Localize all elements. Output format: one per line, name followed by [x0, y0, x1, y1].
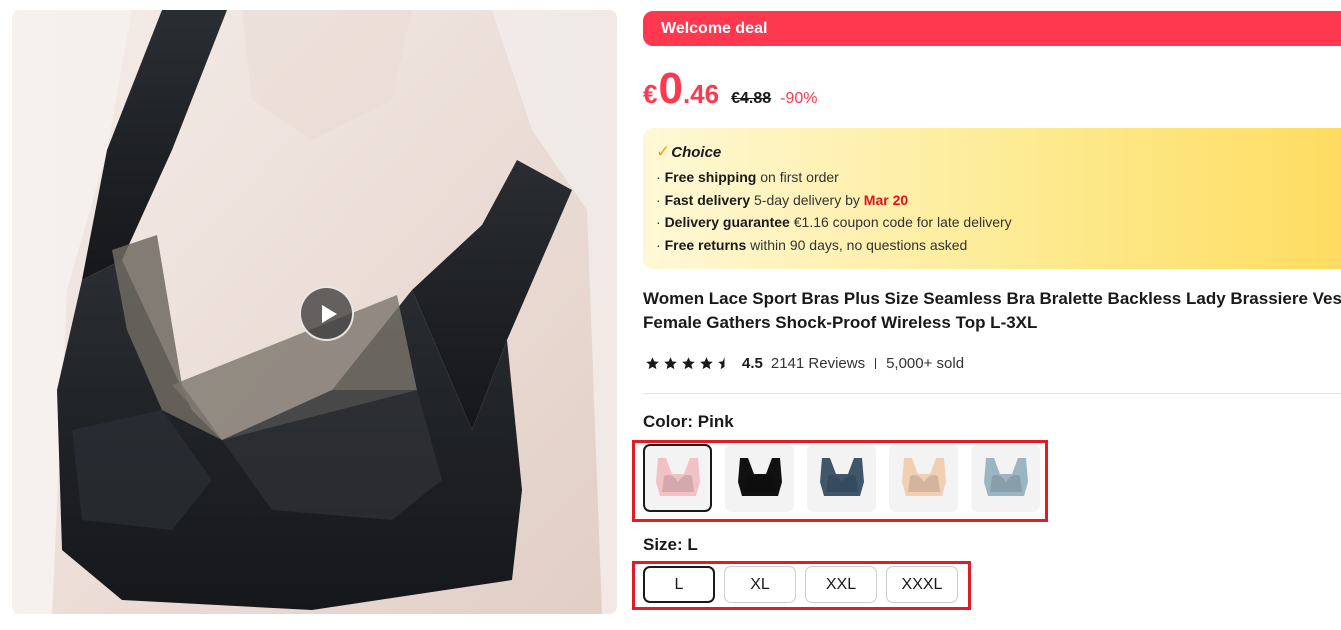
size-label: Size: L [643, 535, 698, 554]
size-option-l[interactable]: L [643, 566, 715, 603]
benefit-delivery-guarantee: · Delivery guarantee €1.16 coupon code f… [656, 214, 1012, 230]
benefit-free-returns: · Free returns within 90 days, no questi… [656, 236, 968, 253]
benefit-fast-delivery: · Fast delivery 5-day delivery by Mar 20 [656, 191, 909, 208]
benefit-text: 5-day delivery by [750, 191, 864, 208]
choice-benefits-list: · Free shipping on first order · Fast de… [656, 166, 1341, 256]
color-swatch-beige[interactable] [889, 444, 958, 512]
bra-thumbnail-icon [983, 458, 1028, 496]
star-icon [718, 356, 731, 369]
product-title-line-1: Women Lace Sport Bras Plus Size Seamless… [643, 289, 1341, 308]
benefit-title: Fast delivery [664, 191, 751, 208]
color-swatch-light-blue[interactable] [971, 444, 1040, 512]
welcome-deal-banner: Welcome deal [643, 11, 1341, 46]
color-swatch-pink[interactable] [643, 444, 712, 512]
color-swatch-navy-blue[interactable] [807, 444, 876, 512]
section-divider [643, 393, 1341, 394]
size-option-xxl[interactable]: XXL [805, 566, 877, 603]
product-title-line-2: Female Gathers Shock-Proof Wireless Top … [643, 313, 1038, 332]
play-icon [321, 304, 337, 323]
benefit-text: within 90 days, no questions asked [746, 236, 968, 253]
benefit-title: Free shipping [664, 169, 757, 185]
size-option-xl[interactable]: XL [724, 566, 796, 603]
product-main-image[interactable] [12, 10, 617, 614]
bra-thumbnail-icon [819, 458, 864, 496]
benefit-text: on first order [756, 169, 839, 185]
review-count[interactable]: 2141 Reviews [771, 355, 865, 372]
star-icon [664, 356, 677, 369]
star-rating [645, 356, 732, 371]
choice-benefits-box[interactable]: ✓ Choice · Free shipping on first order … [643, 128, 1341, 269]
size-options: L XL XXL XXXL [643, 566, 958, 603]
price-currency: € [643, 79, 658, 109]
choice-logo: ✓ Choice [656, 142, 1341, 162]
play-video-button[interactable] [299, 286, 354, 341]
color-swatch-black[interactable] [725, 444, 794, 512]
star-icon [700, 356, 713, 369]
original-price: €4.88 [731, 90, 772, 107]
benefit-text: €1.16 coupon code for late delivery [789, 214, 1012, 230]
star-icon [682, 356, 695, 369]
rating-value: 4.5 [742, 354, 763, 372]
bra-thumbnail-icon [901, 458, 946, 496]
benefit-free-shipping: · Free shipping on first order [656, 169, 839, 185]
delivery-date: Mar 20 [863, 191, 909, 208]
benefit-title: Delivery guarantee [664, 214, 790, 230]
rating-row[interactable]: 4.5 2141 Reviews 5,000+ sold [645, 350, 964, 376]
price-integer: 0 [658, 64, 683, 113]
product-title: Women Lace Sport Bras Plus Size Seamless… [643, 287, 1341, 335]
color-label: Color: Pink [643, 412, 734, 431]
sold-count: 5,000+ sold [886, 354, 965, 372]
benefit-title: Free returns [664, 236, 747, 253]
star-icon [646, 356, 659, 369]
bra-thumbnail-icon [655, 458, 700, 496]
color-swatches [643, 444, 1040, 512]
discount-percent: -90% [780, 90, 818, 107]
divider [875, 357, 877, 369]
bra-thumbnail-icon [737, 458, 782, 496]
price-decimal: .46 [682, 79, 720, 109]
choice-brand: Choice [671, 143, 722, 161]
price-row: € 0 .46 €4.88 -90% [643, 64, 818, 114]
size-option-xxxl[interactable]: XXXL [886, 566, 958, 603]
check-icon: ✓ [656, 142, 671, 161]
